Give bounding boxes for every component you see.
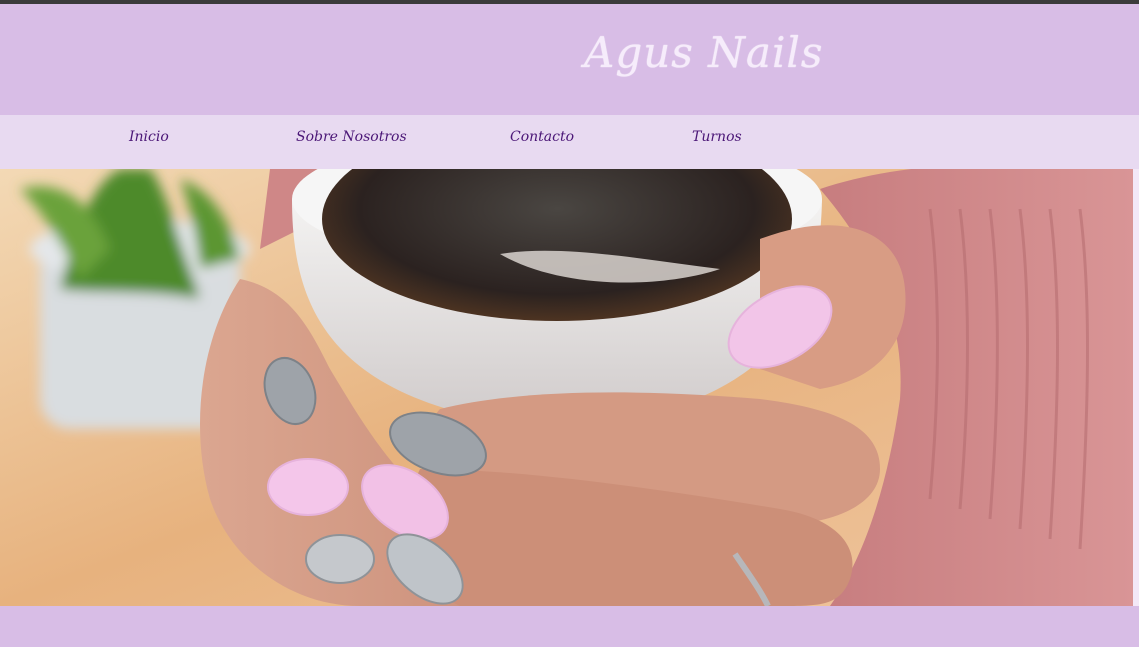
site-logo-text[interactable]: Agus Nails (584, 28, 823, 77)
site-header: Agus Nails (0, 4, 1139, 115)
nav-link-turnos[interactable]: Turnos (692, 129, 742, 145)
nav-link-inicio[interactable]: Inicio (129, 129, 169, 145)
hero-image (0, 169, 1133, 606)
footer-band (0, 606, 1139, 647)
nav-link-contacto[interactable]: Contacto (510, 129, 574, 145)
hero-photo-illustration (0, 169, 1133, 606)
page-edge (1133, 169, 1139, 606)
nav-link-sobre-nosotros[interactable]: Sobre Nosotros (296, 129, 407, 145)
main-navigation: Inicio Sobre Nosotros Contacto Turnos (0, 115, 1139, 169)
